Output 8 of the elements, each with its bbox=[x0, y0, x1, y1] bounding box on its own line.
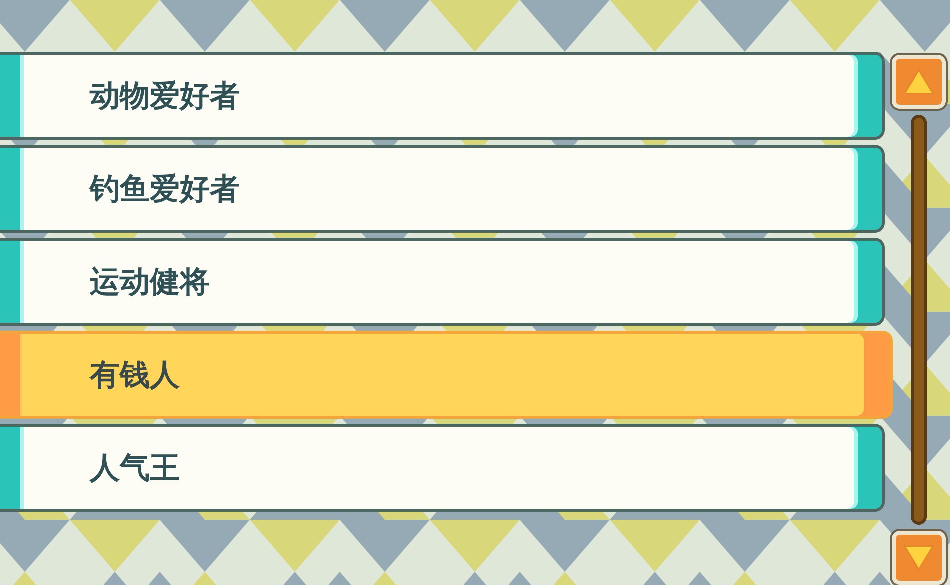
scroll-up-button[interactable] bbox=[892, 55, 946, 109]
scrollbar-track[interactable] bbox=[911, 115, 927, 525]
list-item[interactable]: 运动健将 bbox=[0, 238, 885, 326]
list-item[interactable]: 有钱人 bbox=[0, 331, 893, 419]
list-item[interactable]: 动物爱好者 bbox=[0, 52, 885, 140]
list-item[interactable]: 钓鱼爱好者 bbox=[0, 145, 885, 233]
list-item[interactable]: 人气王 bbox=[0, 424, 885, 512]
scroll-down-button[interactable] bbox=[892, 531, 946, 585]
